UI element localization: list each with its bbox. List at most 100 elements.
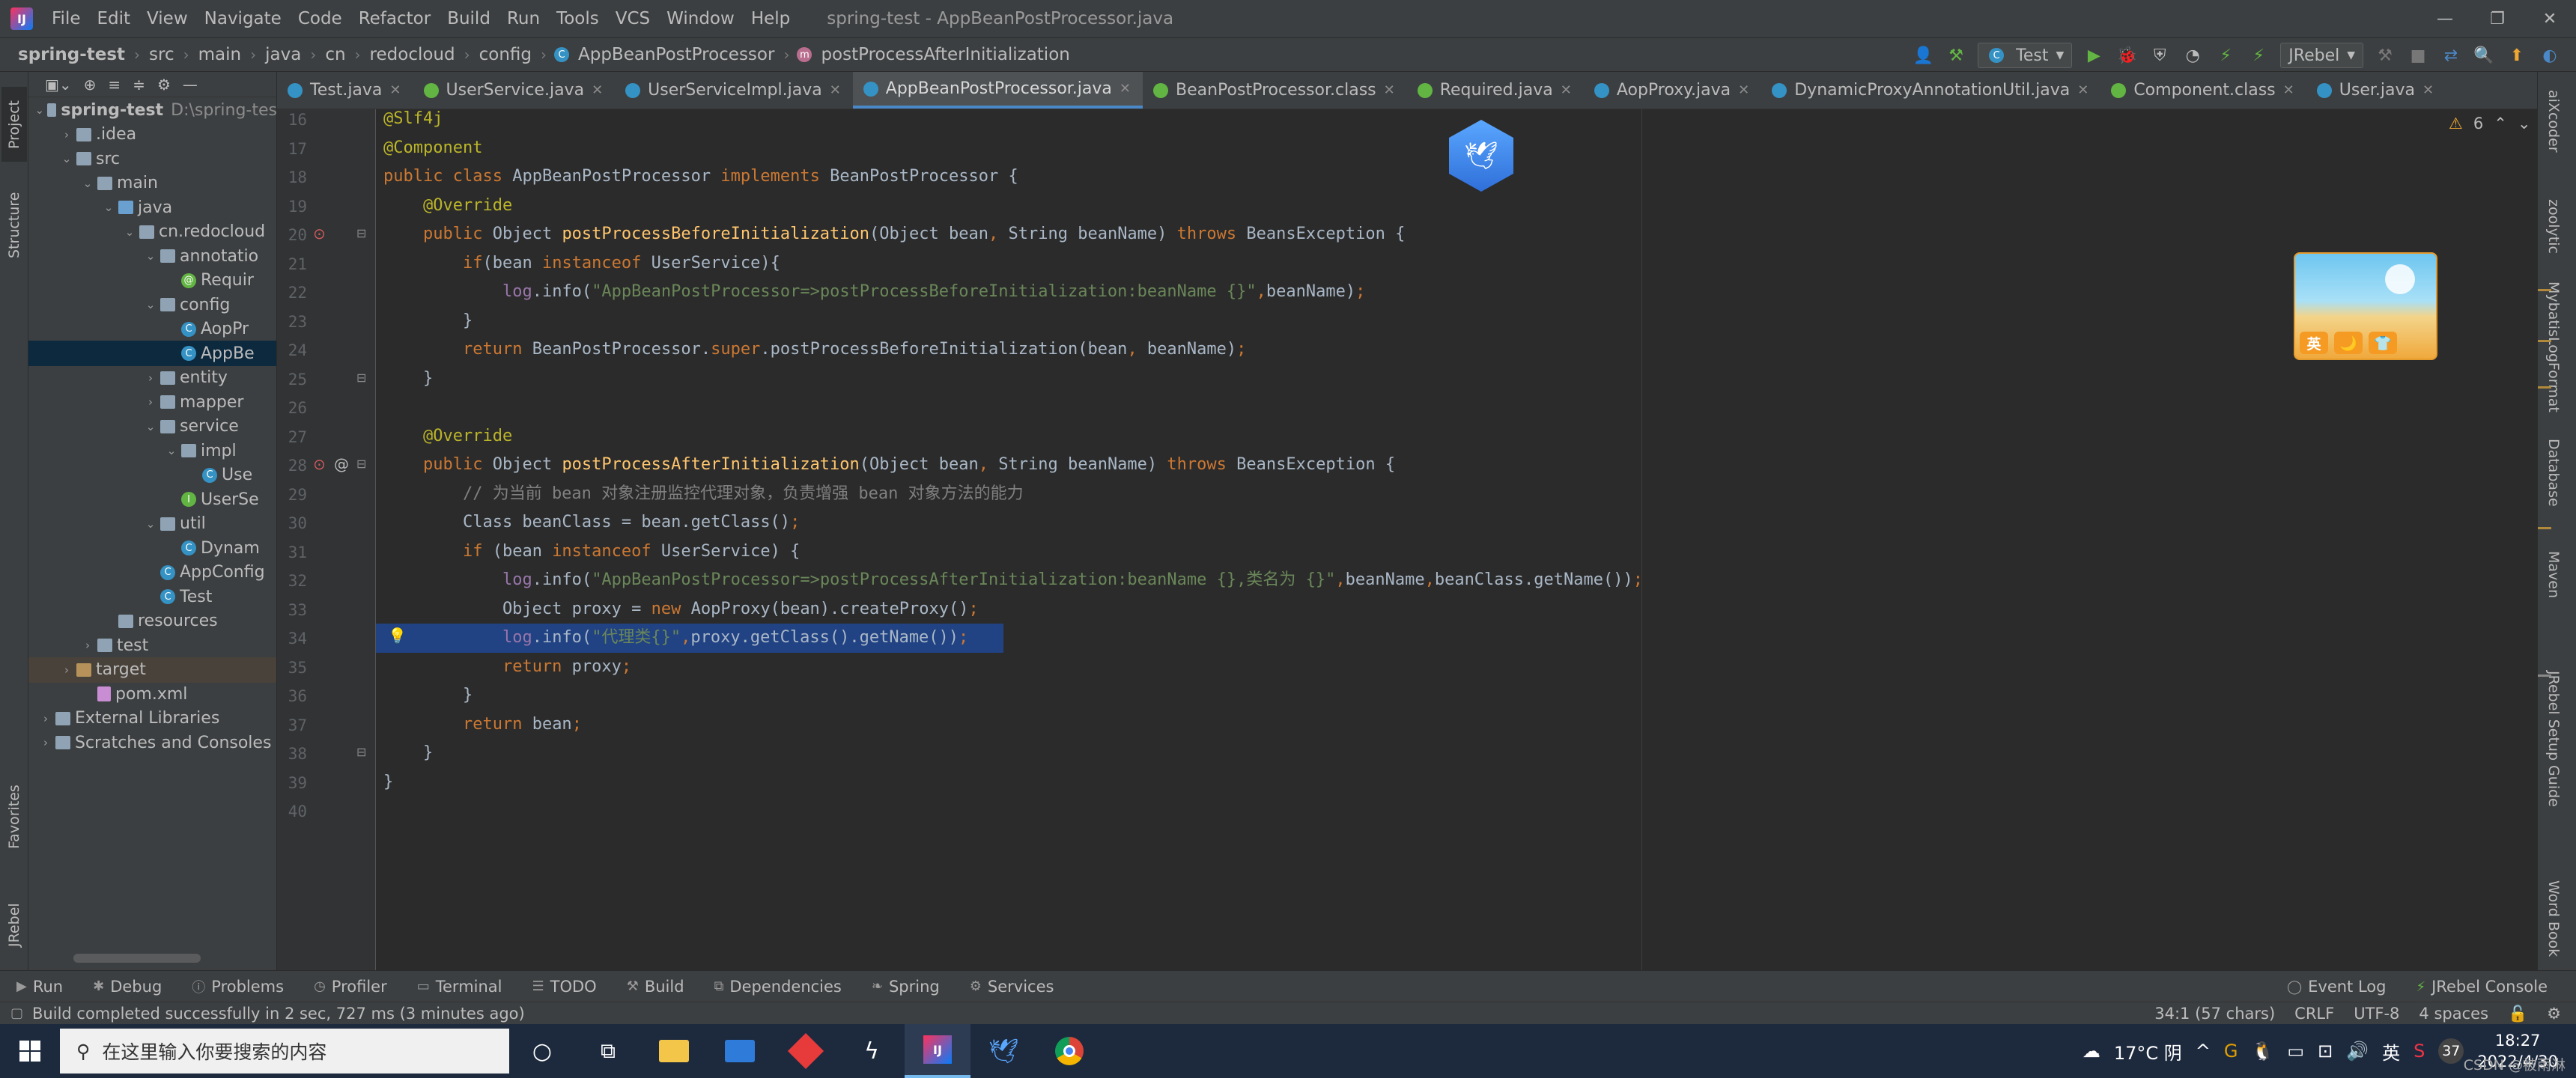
code-line[interactable]: return BeanPostProcessor.super.postProce… <box>383 335 1246 365</box>
notification-badge[interactable]: 37 <box>2438 1038 2464 1064</box>
chevron-right-icon[interactable]: › <box>81 639 94 652</box>
code-line[interactable]: } <box>383 365 433 394</box>
inspection-widget[interactable]: ⚠ 6 ⌃ ⌄ <box>2449 115 2530 133</box>
run-icon[interactable]: ▶ <box>2083 44 2105 67</box>
breadcrumb-java[interactable]: java <box>261 45 306 64</box>
code-line[interactable]: @Slf4j <box>383 109 443 134</box>
lock-icon[interactable]: 🔓 <box>2508 1005 2527 1023</box>
todo-tool-button[interactable]: ☰ TODO <box>516 978 610 996</box>
status-message[interactable]: Build completed successfully in 2 sec, 7… <box>32 1005 525 1023</box>
taskbar-search-input[interactable]: ⚲ 在这里输入你要搜索的内容 <box>60 1029 509 1074</box>
tree-item[interactable]: pom.xml <box>28 681 276 707</box>
chevron-right-icon[interactable]: › <box>144 371 157 385</box>
fold-icon[interactable]: ⊟ <box>356 745 366 759</box>
tree-item[interactable]: › External Libraries <box>28 706 276 731</box>
tree-item[interactable]: ⌄ service <box>28 414 276 439</box>
error-stripe-mark[interactable] <box>2538 527 2551 529</box>
tab-dynamicproxyannotationutil-java[interactable]: DynamicProxyAnnotationUtil.java ✕ <box>1761 72 2100 109</box>
zoolytic-tool-tab[interactable]: zoolytic <box>2545 199 2562 254</box>
breadcrumb-method[interactable]: postProcessAfterInitialization <box>816 45 1074 64</box>
tab-test-java[interactable]: Test.java ✕ <box>277 72 413 109</box>
dependencies-tool-button[interactable]: ⧉ Dependencies <box>698 978 855 996</box>
code-line[interactable]: @Component <box>383 134 482 163</box>
error-stripe-mark[interactable] <box>2538 386 2551 389</box>
structure-tool-tab[interactable]: Structure <box>1 177 27 274</box>
tree-item[interactable]: C Use <box>28 463 276 488</box>
chevron-down-icon[interactable]: ⌄ <box>2518 115 2531 133</box>
caret-position[interactable]: 34:1 (57 chars) <box>2154 1005 2275 1023</box>
task-view-icon[interactable]: ⧉ <box>575 1024 641 1078</box>
tab-beanpostprocessor-class[interactable]: BeanPostProcessor.class ✕ <box>1143 72 1407 109</box>
error-stripe-mark[interactable] <box>2538 289 2551 291</box>
tab-aopproxy-java[interactable]: AopProxy.java ✕ <box>1584 72 1761 109</box>
fold-icon[interactable]: ⊟ <box>356 226 366 240</box>
chevron-down-icon[interactable]: ⌄ <box>35 103 45 117</box>
code-editor[interactable]: @Slf4j @Component public class AppBeanPost… <box>376 109 2537 970</box>
chevron-down-icon[interactable]: ⌄ <box>144 249 157 263</box>
tab-user-java[interactable]: User.java ✕ <box>2306 72 2446 109</box>
tree-item[interactable]: C Test <box>28 584 276 609</box>
cortana-icon[interactable]: ○ <box>509 1024 575 1078</box>
code-line[interactable]: if (bean instanceof UserService) { <box>383 538 800 567</box>
g-app-icon[interactable]: G <box>2224 1041 2238 1062</box>
tab-component-class[interactable]: Component.class ✕ <box>2100 72 2306 109</box>
menu-edit[interactable]: Edit <box>89 9 139 28</box>
code-line[interactable]: } <box>383 768 393 797</box>
translate-icon[interactable]: ⇄ <box>2440 44 2462 67</box>
chevron-down-icon[interactable]: ⌄ <box>102 201 115 214</box>
menu-file[interactable]: File <box>43 9 89 28</box>
override-marker-icon[interactable]: ⊙ <box>313 455 326 473</box>
plugin-icon[interactable]: ◐ <box>2539 44 2561 67</box>
tree-item[interactable]: › entity <box>28 365 276 391</box>
close-tab-icon[interactable]: ✕ <box>1120 81 1131 97</box>
mybatislogformat-tool-tab[interactable]: MybatisLogFormat <box>2545 281 2562 412</box>
event-log-button[interactable]: ◯ Event Log <box>2270 978 2400 996</box>
line-separator[interactable]: CRLF <box>2294 1005 2334 1023</box>
code-line[interactable]: } <box>383 307 473 336</box>
close-tab-icon[interactable]: ✕ <box>830 82 841 98</box>
close-tab-icon[interactable]: ✕ <box>389 82 401 98</box>
menu-help[interactable]: Help <box>743 9 798 28</box>
git-icon[interactable]: ⚙ <box>2547 1005 2561 1023</box>
maven-tool-tab[interactable]: Maven <box>2545 551 2562 598</box>
search-icon[interactable]: 🔍 <box>2473 44 2495 67</box>
stop-icon[interactable]: ■ <box>2407 44 2429 67</box>
file-explorer-icon[interactable] <box>641 1024 707 1078</box>
tab-appbeanpostprocessor-java[interactable]: AppBeanPostProcessor.java ✕ <box>852 72 1143 109</box>
user-icon[interactable]: 👤 <box>1912 44 1934 67</box>
close-tab-icon[interactable]: ✕ <box>2422 82 2434 98</box>
code-line[interactable]: log.info("AppBeanPostProcessor=>postProc… <box>383 566 1643 595</box>
volume-icon[interactable]: 🔊 <box>2346 1041 2369 1062</box>
tree-item[interactable]: C AppBe <box>28 341 276 366</box>
code-line[interactable]: log.info("AppBeanPostProcessor=>postProc… <box>383 278 1365 307</box>
status-window-icon[interactable]: ▢ <box>10 1005 23 1021</box>
weather-icon[interactable]: ☁ <box>2083 1041 2100 1062</box>
gear-icon[interactable]: ⚙ <box>157 76 171 94</box>
jrebel-setup-guide-tab[interactable]: JRebel Setup Guide <box>2545 671 2562 807</box>
fold-icon[interactable]: ⊟ <box>356 457 366 471</box>
tree-item[interactable]: › mapper <box>28 389 276 415</box>
tree-item[interactable]: ⌄ util <box>28 511 276 537</box>
code-line[interactable]: Object proxy = new AopProxy(bean).create… <box>383 595 979 624</box>
locate-icon[interactable]: ⊕ <box>84 76 97 94</box>
problems-tool-button[interactable]: ⓘ Problems <box>175 977 297 996</box>
services-tool-button[interactable]: ⚙ Services <box>953 978 1068 996</box>
code-line[interactable]: // 为当前 bean 对象注册监控代理对象，负责增强 bean 对象方法的能力 <box>383 480 1024 509</box>
tab-required-java[interactable]: Required.java ✕ <box>1407 72 1584 109</box>
bird-taskbar-icon[interactable]: 🕊 <box>970 1024 1036 1078</box>
code-line[interactable]: public class AppBeanPostProcessor implem… <box>383 162 1018 192</box>
restore-icon[interactable]: ❐ <box>2471 0 2524 37</box>
menu-run[interactable]: Run <box>499 9 548 28</box>
hide-icon[interactable]: — <box>183 76 198 94</box>
intellij-logo-icon[interactable]: IJ <box>10 7 33 30</box>
menu-tools[interactable]: Tools <box>548 9 607 28</box>
network-icon[interactable]: ⊡ <box>2318 1041 2333 1062</box>
ime-indicator[interactable]: 英 <box>2382 1038 2400 1065</box>
chevron-down-icon[interactable]: ⌄ <box>60 152 73 165</box>
coverage-icon[interactable]: ⛨ <box>2148 44 2171 67</box>
expand-all-icon[interactable]: ≡ <box>108 76 121 94</box>
chevron-right-icon[interactable]: › <box>39 736 52 749</box>
red-app-icon[interactable] <box>773 1024 839 1078</box>
code-line[interactable]: log.info("代理类{}",proxy.getClass().getNam… <box>376 624 1003 653</box>
code-line[interactable]: Class beanClass = bean.getClass(); <box>383 508 800 538</box>
